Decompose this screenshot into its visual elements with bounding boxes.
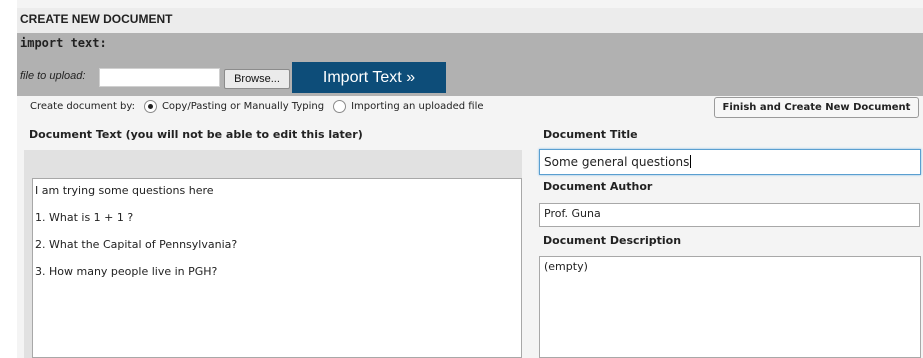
document-author-value: Prof. Guna [544, 207, 601, 220]
document-author-field[interactable]: Prof. Guna [539, 203, 920, 227]
document-author-label: Document Author [543, 180, 653, 193]
document-description-value: (empty) [544, 260, 588, 273]
create-by-options: Create document by: Copy/Pasting or Manu… [30, 100, 484, 113]
import-text-button[interactable]: Import Text » [292, 62, 446, 93]
document-title-value: Some general questions [544, 155, 690, 169]
radio-import-file[interactable] [333, 100, 347, 113]
radio-import-file-label[interactable]: Importing an uploaded file [351, 101, 483, 112]
import-text-title: import text: [20, 36, 107, 50]
document-text-area[interactable]: I am trying some questions here 1. What … [32, 178, 522, 358]
radio-copy-paste[interactable] [143, 100, 157, 113]
file-upload-label: file to upload: [20, 70, 86, 82]
finish-create-document-button[interactable]: Finish and Create New Document [714, 97, 919, 118]
radio-copy-paste-label[interactable]: Copy/Pasting or Manually Typing [162, 101, 324, 112]
file-upload-input[interactable] [99, 68, 220, 87]
document-title-label: Document Title [543, 128, 638, 141]
page-title: CREATE NEW DOCUMENT [20, 12, 173, 26]
browse-button[interactable]: Browse... [224, 69, 290, 89]
document-description-label: Document Description [543, 234, 682, 247]
document-text-line: 1. What is 1 + 1 ? [35, 211, 134, 224]
document-title-field[interactable]: Some general questions [539, 149, 921, 175]
text-caret [690, 155, 692, 168]
import-text-panel: import text: file to upload: Browse... I… [17, 33, 923, 96]
document-text-line: I am trying some questions here [35, 184, 214, 197]
document-text-line: 2. What the Capital of Pennsylvania? [35, 238, 238, 251]
document-text-label: Document Text (you will not be able to e… [29, 128, 363, 141]
create-by-label: Create document by: [30, 101, 135, 112]
document-text-line: 3. How many people live in PGH? [35, 265, 218, 278]
create-document-page: import text: file to upload: Browse... I… [17, 0, 923, 358]
document-description-field[interactable]: (empty) [539, 256, 921, 358]
